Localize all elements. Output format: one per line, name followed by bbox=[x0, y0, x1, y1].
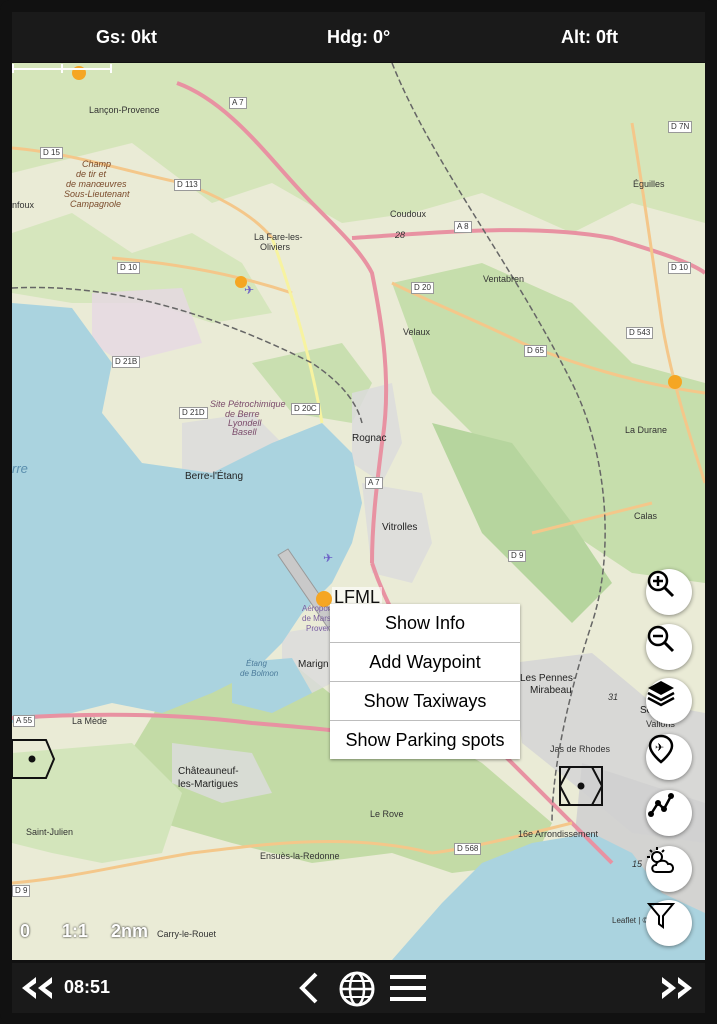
place-label: Velaux bbox=[403, 327, 431, 337]
bottom-toolbar: 08:51 bbox=[12, 963, 705, 1013]
add-waypoint-menu-item[interactable]: Add Waypoint bbox=[330, 643, 520, 682]
road-shield: D 10 bbox=[117, 262, 140, 274]
place-label: Rognac bbox=[352, 433, 387, 444]
rewind-button[interactable] bbox=[20, 975, 54, 1001]
road-shield: D 20 bbox=[411, 282, 434, 294]
place-label: La Fare-les- bbox=[254, 232, 303, 242]
road-shield: D 15 bbox=[40, 147, 63, 159]
groundspeed-readout: Gs: 0kt bbox=[96, 27, 158, 47]
road-shield: D 20C bbox=[291, 403, 320, 415]
route-icon bbox=[648, 793, 674, 817]
place-label: Éguilles bbox=[633, 179, 665, 189]
scale-distance: 2nm bbox=[111, 921, 149, 941]
road-shield: D 21D bbox=[179, 407, 208, 419]
place-label: de manœuvres bbox=[66, 179, 127, 189]
place-label: nfoux bbox=[12, 200, 35, 210]
place-label: de Mars bbox=[302, 614, 331, 623]
place-label: Sous-Lieutenant bbox=[64, 189, 130, 199]
globe-button[interactable] bbox=[338, 970, 376, 1008]
map-attribution[interactable]: Leaflet | © bbox=[612, 916, 648, 925]
place-label: 16e Arrondissement bbox=[518, 829, 599, 839]
place-label: Oliviers bbox=[260, 242, 291, 252]
place-label: Carry-le-Rouet bbox=[157, 929, 217, 939]
place-label: Proven bbox=[306, 624, 332, 633]
place-label: La Mède bbox=[72, 716, 108, 726]
road-shield: D 7N bbox=[668, 121, 693, 133]
show-taxiways-menu-item[interactable]: Show Taxiways bbox=[330, 682, 520, 721]
airport-pin-button[interactable]: ✈ bbox=[646, 734, 692, 780]
place-label: de Bolmon bbox=[240, 669, 279, 678]
scale-ratio: 1:1 bbox=[62, 921, 89, 941]
flight-status-bar: Gs: 0kt Hdg: 0° Alt: 0ft bbox=[12, 12, 705, 62]
place-label: Étang bbox=[246, 659, 267, 668]
svg-text:✈: ✈ bbox=[655, 741, 664, 754]
place-label: Lançon-Provence bbox=[89, 105, 160, 115]
place-label: les-Martigues bbox=[178, 779, 239, 790]
place-label: Coudoux bbox=[390, 209, 427, 219]
layers-button[interactable] bbox=[646, 678, 692, 724]
place-label: Les Pennes- bbox=[520, 673, 577, 684]
place-label: Saint-Julien bbox=[26, 827, 74, 837]
zoom-in-icon bbox=[647, 570, 675, 598]
layers-icon bbox=[647, 681, 675, 707]
road-shield: D 10 bbox=[668, 262, 691, 274]
road-number: 28 bbox=[395, 230, 406, 240]
filter-button[interactable] bbox=[646, 900, 692, 946]
road-shield: D 9 bbox=[508, 550, 527, 562]
road-shield: D 113 bbox=[174, 179, 201, 191]
road-shield: D 543 bbox=[626, 327, 654, 339]
place-label: La Durane bbox=[625, 425, 668, 435]
zoom-out-button[interactable] bbox=[646, 624, 692, 670]
place-label: Ventabren bbox=[483, 274, 525, 284]
zoom-in-button[interactable] bbox=[646, 569, 692, 615]
context-menu: Show Info Add Waypoint Show Taxiways Sho… bbox=[330, 604, 520, 759]
menu-button[interactable] bbox=[390, 973, 426, 1003]
show-parking-spots-menu-item[interactable]: Show Parking spots bbox=[330, 721, 520, 759]
place-label: Châteauneuf- bbox=[178, 766, 239, 777]
scale-zero: 0 bbox=[20, 921, 31, 941]
place-label: Aéroport bbox=[302, 604, 333, 613]
road-shield: D 65 bbox=[524, 345, 547, 357]
map-view[interactable]: ✈ ✈ Lançon-Provence Champ de tir et de m… bbox=[12, 63, 705, 960]
road-shield: D 21B bbox=[112, 356, 141, 368]
filter-icon bbox=[646, 903, 676, 929]
place-label: de tir et bbox=[76, 169, 107, 179]
scale-bar bbox=[12, 64, 112, 73]
place-label: Berre-l'Étang bbox=[185, 471, 244, 482]
fast-forward-button[interactable] bbox=[660, 975, 696, 1001]
place-label: Champ bbox=[82, 159, 112, 169]
road-shield: A 8 bbox=[454, 221, 472, 233]
clock: 08:51 bbox=[64, 977, 111, 997]
road-shield: A 7 bbox=[365, 477, 383, 489]
road-shield: D 568 bbox=[454, 843, 482, 855]
place-label: Campagnole bbox=[70, 199, 122, 209]
route-button[interactable] bbox=[646, 790, 692, 836]
place-label: Vitrolles bbox=[382, 522, 418, 533]
altitude-readout: Alt: 0ft bbox=[561, 27, 618, 47]
place-label: Mirabeau bbox=[530, 685, 572, 696]
road-number: 31 bbox=[608, 692, 619, 702]
place-label: Basell bbox=[232, 427, 257, 437]
back-button[interactable] bbox=[296, 971, 320, 1005]
road-shield: A 7 bbox=[229, 97, 247, 109]
svg-text:✈: ✈ bbox=[244, 283, 254, 297]
svg-text:✈: ✈ bbox=[323, 551, 333, 565]
water-label: rre bbox=[12, 461, 28, 476]
weather-button[interactable] bbox=[646, 846, 692, 892]
place-label: Le Rove bbox=[370, 809, 404, 819]
zoom-out-icon bbox=[647, 625, 675, 653]
road-shield: D 9 bbox=[12, 885, 31, 897]
heading-readout: Hdg: 0° bbox=[327, 27, 391, 47]
place-label: Jas de Rhodes bbox=[550, 744, 611, 754]
road-shield: A 55 bbox=[13, 715, 36, 727]
place-label: Calas bbox=[634, 511, 658, 521]
show-info-menu-item[interactable]: Show Info bbox=[330, 604, 520, 643]
place-label: Site Pétrochimique bbox=[210, 399, 286, 409]
place-label: Ensuès-la-Redonne bbox=[260, 851, 340, 861]
airport-pin-icon: ✈ bbox=[648, 734, 674, 764]
place-label: Marign bbox=[298, 659, 329, 670]
road-number: 15 bbox=[632, 859, 643, 869]
weather-icon bbox=[647, 847, 674, 873]
